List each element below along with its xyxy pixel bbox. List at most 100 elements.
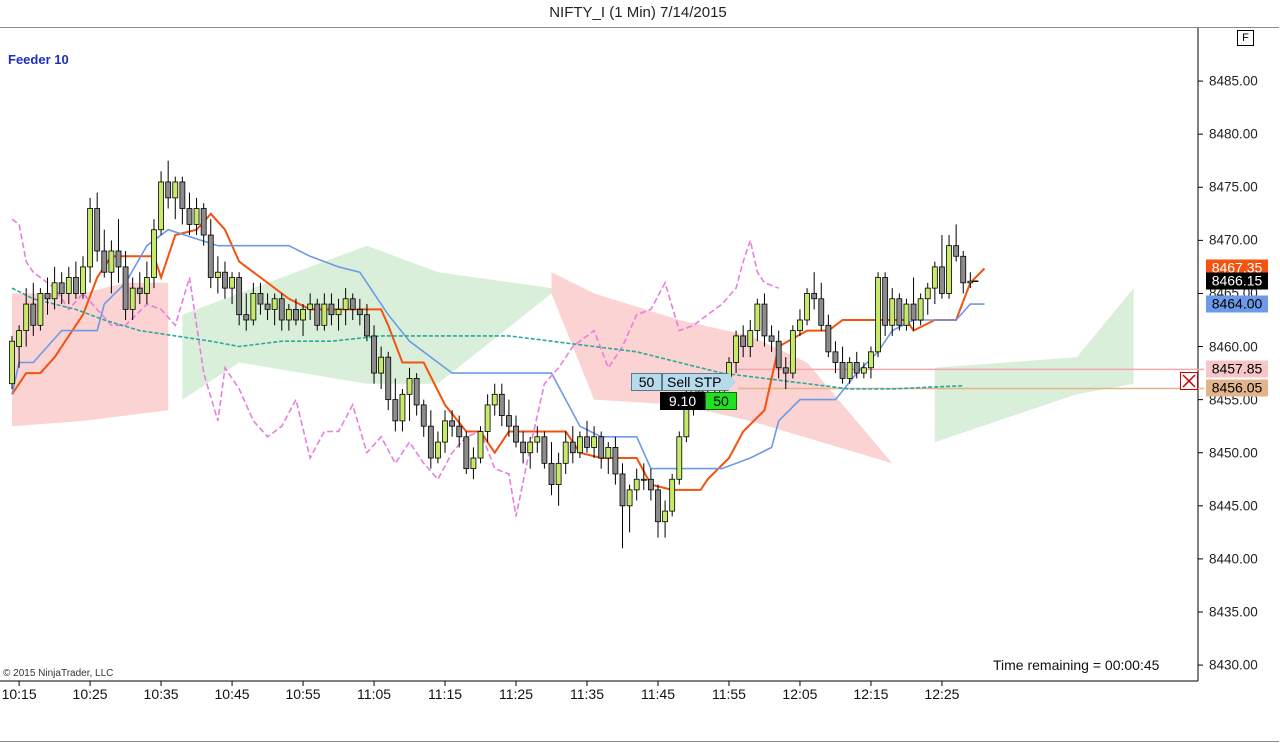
candle — [463, 436, 470, 470]
candle — [740, 335, 747, 347]
order-arrow-icon — [728, 373, 736, 391]
candle — [527, 441, 534, 454]
y-tick-label: 8445.00 — [1209, 498, 1258, 514]
feeder-label: Feeder 10 — [8, 52, 69, 67]
x-tick-label: 11:25 — [499, 686, 533, 702]
candle — [264, 303, 271, 310]
candle — [200, 208, 207, 236]
price-tag: 8456.05 — [1206, 379, 1268, 397]
candlestick-chart[interactable] — [0, 0, 1280, 743]
order-type-label[interactable]: Sell STP — [662, 373, 729, 391]
candle — [165, 181, 172, 199]
y-tick-label: 8435.00 — [1209, 604, 1258, 620]
candle — [832, 351, 839, 363]
candle — [662, 510, 668, 523]
candle — [349, 298, 356, 310]
candle — [16, 330, 22, 347]
candle — [612, 447, 619, 475]
candle — [917, 298, 924, 321]
candle — [924, 287, 931, 300]
x-tick-label: 10:35 — [143, 686, 179, 702]
candle — [413, 377, 420, 406]
candle — [399, 393, 406, 422]
candle — [747, 330, 754, 347]
candle — [285, 308, 292, 321]
candle — [378, 356, 385, 374]
candle — [506, 415, 512, 427]
candle — [825, 324, 832, 353]
candle — [584, 436, 590, 448]
x-tick-label: 11:05 — [357, 686, 392, 702]
candle — [115, 250, 122, 268]
candle — [868, 351, 874, 369]
candle — [207, 234, 214, 278]
candle — [470, 457, 477, 470]
candle — [491, 393, 498, 406]
candle — [626, 489, 633, 507]
candle — [896, 298, 903, 326]
y-tick-label: 8430.00 — [1209, 657, 1258, 673]
candle — [647, 478, 654, 491]
candle — [818, 298, 825, 326]
position-quantity[interactable]: 50 — [705, 392, 737, 410]
y-tick-label: 8440.00 — [1209, 551, 1258, 567]
candle — [406, 377, 413, 395]
candle — [449, 420, 456, 427]
candle — [577, 436, 583, 454]
candle — [839, 362, 846, 379]
candle — [960, 255, 967, 284]
candle — [328, 303, 335, 316]
candle — [598, 436, 605, 459]
candle — [44, 293, 51, 300]
candle — [278, 298, 285, 321]
candle — [775, 340, 782, 369]
candle — [931, 266, 938, 289]
candle — [846, 362, 853, 379]
f-button[interactable]: F — [1237, 30, 1254, 46]
candle — [271, 298, 278, 310]
x-tick-label: 10:55 — [285, 686, 321, 702]
candle — [143, 277, 150, 294]
candle — [58, 282, 65, 294]
candle — [108, 250, 115, 273]
candle — [811, 293, 818, 300]
candle — [342, 298, 349, 310]
x-tick-label: 10:15 — [1, 686, 37, 702]
candle — [435, 441, 441, 459]
y-tick-label: 8480.00 — [1209, 126, 1258, 142]
x-tick-label: 12:05 — [782, 686, 818, 702]
candle — [789, 330, 796, 374]
candle — [860, 367, 867, 374]
candle — [122, 266, 129, 310]
candle — [51, 282, 58, 300]
candle — [172, 181, 179, 199]
candle — [314, 303, 321, 326]
candle — [65, 277, 72, 294]
candle — [633, 478, 640, 491]
candle — [655, 489, 661, 523]
candle — [243, 314, 250, 321]
x-tick-label: 10:45 — [214, 686, 250, 702]
cancel-order-icon[interactable] — [1180, 372, 1198, 390]
candle — [804, 293, 810, 321]
candle — [80, 266, 86, 294]
candle — [782, 367, 789, 374]
candle — [222, 271, 228, 289]
y-tick-label: 8485.00 — [1209, 73, 1258, 89]
candle — [591, 436, 597, 448]
candle — [257, 293, 264, 305]
candle — [534, 436, 541, 443]
candle — [23, 303, 30, 332]
candle — [392, 399, 399, 422]
candle — [442, 420, 448, 443]
candle — [420, 404, 427, 427]
candle — [179, 181, 186, 209]
candle — [129, 287, 136, 310]
candle — [101, 250, 108, 273]
candle — [158, 181, 164, 231]
candle — [875, 277, 881, 353]
order-quantity[interactable]: 50 — [631, 373, 662, 391]
candle — [321, 303, 328, 326]
candle — [733, 335, 739, 363]
copyright-text: © 2015 NinjaTrader, LLC — [3, 668, 114, 679]
